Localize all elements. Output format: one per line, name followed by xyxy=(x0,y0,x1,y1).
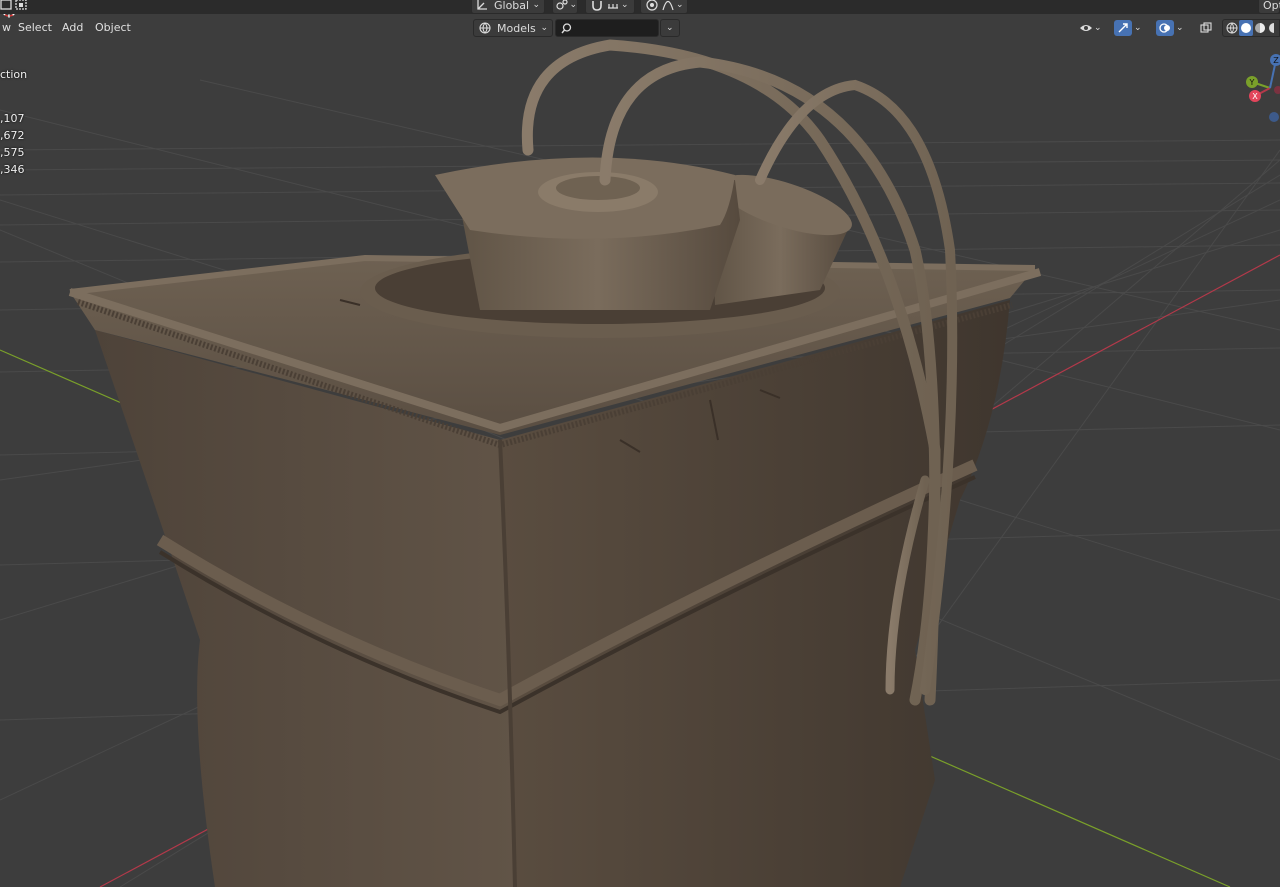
proportional-edit-icon[interactable] xyxy=(644,0,660,11)
falloff-curve-icon[interactable] xyxy=(660,0,676,11)
overlay-icon xyxy=(1156,20,1174,36)
axis-orientation-icon xyxy=(474,0,490,11)
front-can-model xyxy=(435,157,740,310)
gizmo-x-label: X xyxy=(1252,92,1258,101)
xray-icon xyxy=(1198,22,1214,34)
chevron-down-icon: ⌄ xyxy=(569,0,577,10)
magnet-snap-icon[interactable] xyxy=(589,0,605,11)
gizmo-neg-z-handle[interactable] xyxy=(1269,112,1279,122)
collection-dropdown[interactable]: Models ⌄ xyxy=(473,19,553,37)
stats-edges: ,575 xyxy=(0,146,25,159)
visibility-dropdown[interactable]: ⌄ xyxy=(1078,19,1110,37)
stats-faces: ,346 xyxy=(0,163,25,176)
chevron-down-icon: ⌄ xyxy=(540,23,548,33)
gizmo-dropdown[interactable]: ⌄ xyxy=(1114,19,1146,37)
select-menu[interactable]: Select xyxy=(13,19,57,37)
orientation-dropdown[interactable]: Global ⌄ xyxy=(471,0,545,14)
add-menu[interactable]: Add xyxy=(57,19,88,37)
chevron-down-icon: ⌄ xyxy=(1134,23,1142,33)
search-icon xyxy=(559,22,573,34)
navigation-gizmo[interactable]: Z Y X xyxy=(1238,48,1280,128)
gizmo-neg-x-handle[interactable] xyxy=(1274,86,1280,94)
gizmo-z-label: Z xyxy=(1273,56,1279,65)
pivot-dropdown[interactable]: ⌄ xyxy=(552,0,578,14)
stats-vertices: ,672 xyxy=(0,129,25,142)
collection-label: Models xyxy=(497,21,536,35)
box-model xyxy=(68,254,1042,887)
viewport-canvas[interactable] xyxy=(0,0,1280,887)
pivot-icon xyxy=(555,0,569,11)
proportional-edit-group[interactable]: ⌄ xyxy=(640,0,688,14)
filter-options-button[interactable]: ⌄ xyxy=(660,19,680,37)
stats-objects: ,107 xyxy=(0,112,25,125)
material-shading-icon[interactable] xyxy=(1253,22,1267,34)
xray-toggle[interactable] xyxy=(1198,19,1218,37)
options-label: Opt xyxy=(1263,0,1280,12)
eye-visibility-icon xyxy=(1078,22,1094,34)
stats-title: ction xyxy=(0,68,28,81)
statistics-overlay: ction ,107 ,672 ,575 ,346 xyxy=(0,66,27,178)
globe-collection-icon xyxy=(477,22,493,34)
snap-group[interactable]: ⌄ xyxy=(585,0,635,14)
gizmo-y-label: Y xyxy=(1249,78,1255,87)
3d-viewport[interactable] xyxy=(0,0,1280,887)
object-menu[interactable]: Object xyxy=(90,19,136,37)
solid-shading-icon[interactable] xyxy=(1239,20,1253,36)
search-input[interactable] xyxy=(555,19,659,37)
options-button[interactable]: Opt xyxy=(1258,0,1280,14)
chevron-down-icon: ⌄ xyxy=(666,23,674,33)
snap-increment-icon[interactable] xyxy=(605,0,621,11)
chevron-down-icon: ⌄ xyxy=(1094,23,1102,33)
overlay-dropdown[interactable]: ⌄ xyxy=(1156,19,1190,37)
chevron-down-icon: ⌄ xyxy=(1176,23,1184,33)
chevron-down-icon: ⌄ xyxy=(532,0,540,10)
chevron-down-icon: ⌄ xyxy=(676,0,684,10)
select-mode-group[interactable] xyxy=(0,0,30,14)
orientation-label: Global xyxy=(494,0,530,12)
stats-spacer xyxy=(0,83,27,110)
select-box-icon[interactable] xyxy=(0,0,30,12)
gizmo-icon xyxy=(1114,20,1132,36)
shading-modes[interactable] xyxy=(1222,19,1280,37)
wireframe-shading-icon[interactable] xyxy=(1225,22,1239,34)
chevron-down-icon: ⌄ xyxy=(621,0,629,10)
rendered-shading-icon[interactable] xyxy=(1267,22,1279,34)
